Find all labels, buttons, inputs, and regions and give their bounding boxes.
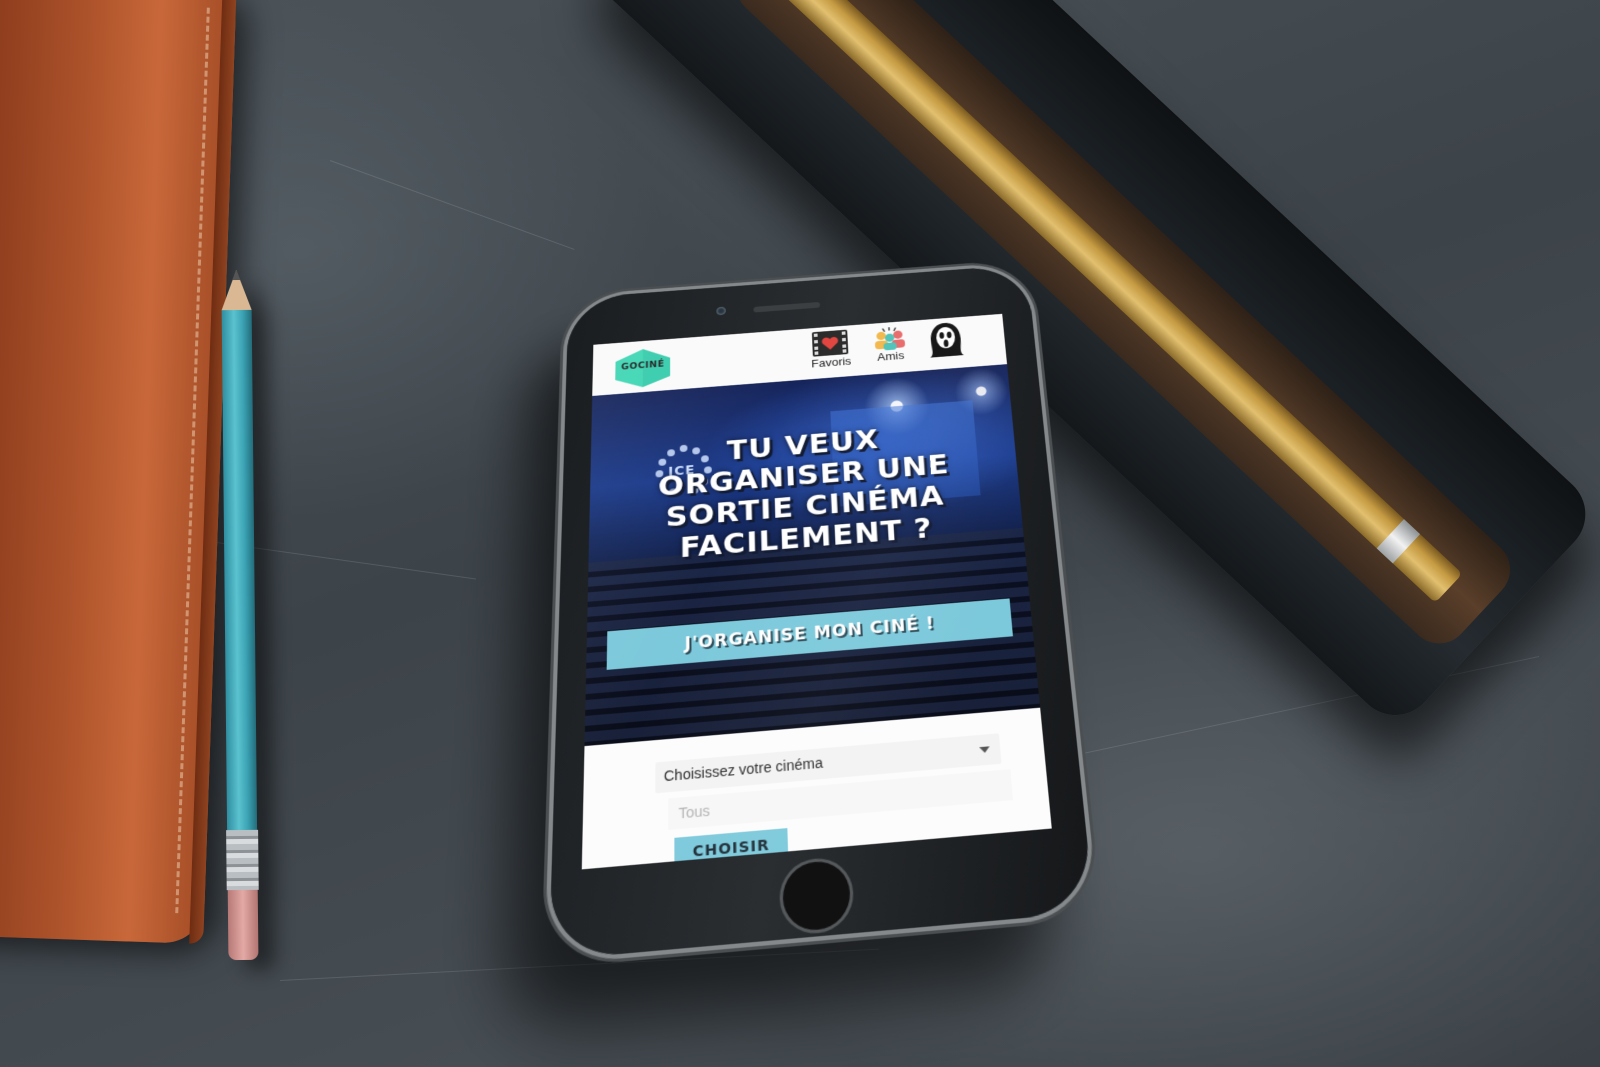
phone-screen: GOCINÉ Favoris Amis ICE TU VEUX ORGANISE… <box>581 313 1052 870</box>
earpiece-speaker <box>753 301 821 313</box>
gocine-logo[interactable]: GOCINÉ <box>611 345 674 391</box>
film-heart-icon <box>812 329 849 357</box>
cinema-select-label: Choisissez votre cinéma <box>663 754 824 785</box>
front-camera <box>716 306 726 316</box>
friends-icon <box>874 324 906 351</box>
nav-favoris[interactable]: Favoris <box>810 329 852 370</box>
choose-button[interactable]: CHOISIR <box>674 828 789 870</box>
user-avatar[interactable] <box>925 320 967 359</box>
nav-favoris-label: Favoris <box>811 354 852 371</box>
nav-amis[interactable]: Amis <box>869 324 910 364</box>
ghostface-avatar-icon <box>927 321 964 358</box>
home-button[interactable] <box>781 859 852 933</box>
phone-area: GOCINÉ Favoris Amis ICE TU VEUX ORGANISE… <box>0 0 1600 1067</box>
caret-down-icon <box>979 746 991 754</box>
smartphone: GOCINÉ Favoris Amis ICE TU VEUX ORGANISE… <box>548 264 1095 961</box>
nav-amis-label: Amis <box>876 348 905 364</box>
hero-banner: ICE TU VEUX ORGANISER UNE SORTIE CINÉMA … <box>584 364 1041 747</box>
